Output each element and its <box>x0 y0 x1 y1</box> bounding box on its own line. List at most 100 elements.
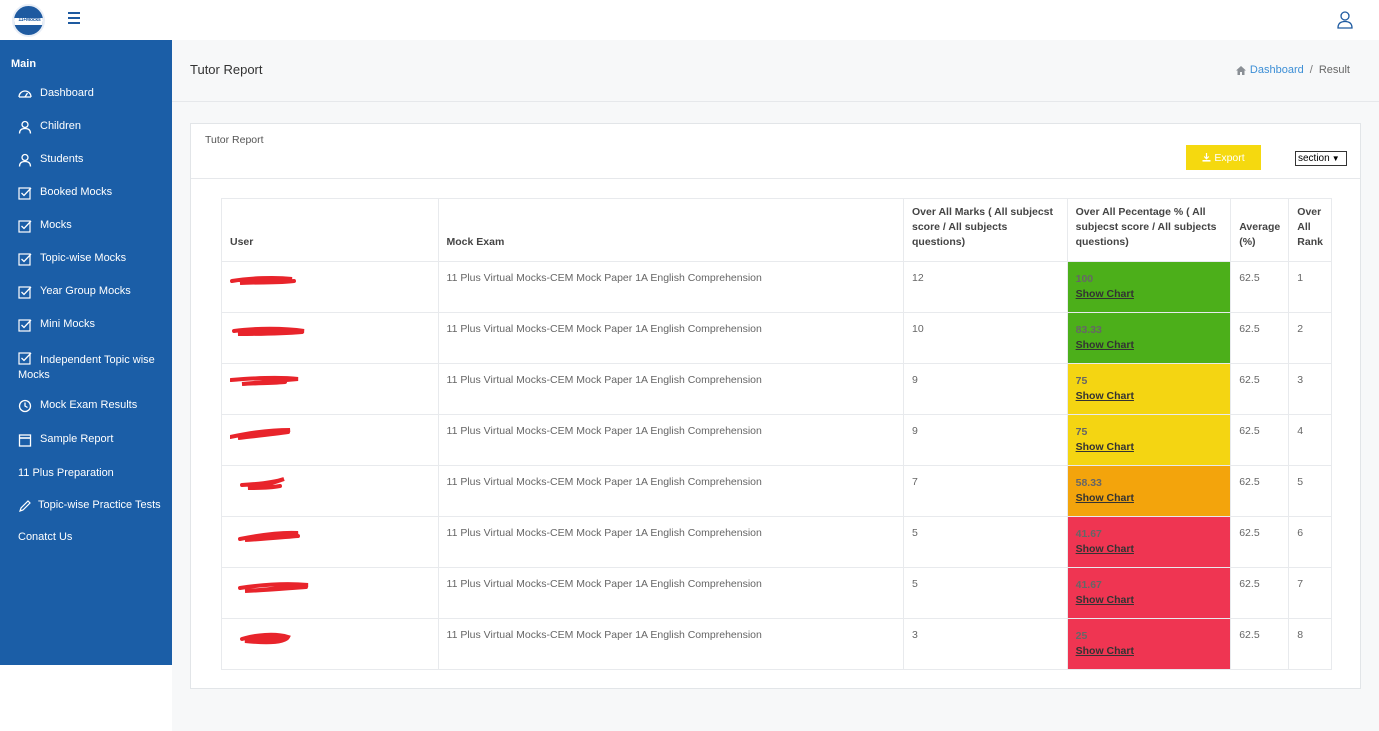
mock-exam-cell: 11 Plus Virtual Mocks-CEM Mock Paper 1A … <box>437 618 905 670</box>
percentage-value: 58.33 <box>1075 477 1102 489</box>
rank-cell: 8 <box>1288 618 1332 670</box>
sidebar-item-year-group-mocks[interactable]: Year Group Mocks <box>18 285 131 299</box>
rank-cell: 4 <box>1288 414 1332 466</box>
breadcrumb-separator: / <box>1309 64 1313 76</box>
sidebar-item-students[interactable]: Students <box>18 153 83 167</box>
redacted-user-mark <box>230 375 299 386</box>
card-title: Tutor Report <box>205 134 264 146</box>
user-account-icon[interactable] <box>1337 11 1353 29</box>
checkbox-icon <box>18 319 32 332</box>
mock-exam-cell: 11 Plus Virtual Mocks-CEM Mock Paper 1A … <box>437 363 905 415</box>
main-content: Tutor Report Dashboard / Result Tutor Re… <box>172 40 1379 731</box>
logo[interactable]: 11+Mocks <box>12 4 45 37</box>
top-bar: 11+Mocks <box>0 0 1379 40</box>
user-icon <box>18 120 32 134</box>
sidebar-item-label: Topic-wise Mocks <box>40 252 127 264</box>
breadcrumb-home-label: Dashboard <box>1249 64 1304 76</box>
overall-marks-cell: 12 <box>903 261 1068 313</box>
average-cell: 62.5 <box>1230 312 1290 364</box>
rank-cell: 6 <box>1288 516 1332 568</box>
column-header-overall-percentage[interactable]: Over All Pecentage % ( All subjecst scor… <box>1066 198 1232 262</box>
chevron-down-icon: ▼ <box>1331 154 1340 163</box>
table-row: 11 Plus Virtual Mocks-CEM Mock Paper 1A … <box>221 414 1332 466</box>
breadcrumb: Dashboard / Result <box>1235 64 1350 76</box>
show-chart-link[interactable]: Show Chart <box>1076 389 1223 404</box>
show-chart-link[interactable]: Show Chart <box>1076 644 1223 659</box>
average-cell: 62.5 <box>1230 567 1290 619</box>
sidebar-item-mock-exam-results[interactable]: Mock Exam Results <box>18 399 137 413</box>
download-icon <box>1202 153 1211 162</box>
overall-percentage-cell: 75 Show Chart <box>1066 363 1232 415</box>
user-cell <box>221 261 439 313</box>
sidebar-item-mocks[interactable]: Mocks <box>18 219 72 233</box>
sidebar-item-dashboard[interactable]: Dashboard <box>18 87 94 101</box>
percentage-value: 83.33 <box>1075 324 1102 336</box>
breadcrumb-home-link[interactable]: Dashboard <box>1235 64 1304 76</box>
sidebar-item-mini-mocks[interactable]: Mini Mocks <box>18 318 95 332</box>
sidebar-item-children[interactable]: Children <box>18 120 81 134</box>
table-row: 11 Plus Virtual Mocks-CEM Mock Paper 1A … <box>221 261 1332 313</box>
overall-percentage-cell: 83.33 Show Chart <box>1066 312 1232 364</box>
overall-percentage-cell: 41.67 Show Chart <box>1066 516 1232 568</box>
overall-percentage-cell: 41.67 Show Chart <box>1066 567 1232 619</box>
percentage-value: 75 <box>1075 375 1088 387</box>
hamburger-menu-icon[interactable] <box>68 12 82 26</box>
user-cell <box>221 567 439 619</box>
sidebar-item-label: Students <box>40 153 84 165</box>
show-chart-link[interactable]: Show Chart <box>1076 593 1223 608</box>
mock-exam-cell: 11 Plus Virtual Mocks-CEM Mock Paper 1A … <box>437 261 905 313</box>
redacted-user-mark <box>238 582 309 593</box>
overall-marks-cell: 7 <box>903 465 1068 517</box>
sidebar-item-label: Sample Report <box>40 433 114 445</box>
sidebar-item-label: Mini Mocks <box>40 318 96 330</box>
sidebar-item-topic-wise-mocks[interactable]: Topic-wise Mocks <box>18 252 126 266</box>
column-header-overall-marks[interactable]: Over All Marks ( All subjecst score / Al… <box>903 198 1068 262</box>
user-cell <box>221 465 439 517</box>
rank-cell: 5 <box>1288 465 1332 517</box>
show-chart-link[interactable]: Show Chart <box>1076 542 1223 557</box>
export-button[interactable]: Export <box>1186 145 1261 170</box>
dashboard-gauge-icon <box>18 90 32 98</box>
tutor-report-card: Tutor Report Export section ▼ User Mock … <box>190 123 1361 689</box>
column-header-average[interactable]: Average (%) <box>1230 198 1290 262</box>
show-chart-link[interactable]: Show Chart <box>1076 440 1223 455</box>
show-chart-link[interactable]: Show Chart <box>1076 338 1223 353</box>
sidebar-heading: Main <box>11 58 37 70</box>
redacted-user-mark <box>230 275 296 285</box>
checkbox-icon <box>18 352 32 365</box>
show-chart-link[interactable]: Show Chart <box>1076 287 1223 302</box>
column-header-user[interactable]: User <box>221 198 439 262</box>
table-header-row: User Mock Exam Over All Marks ( All subj… <box>221 198 1332 262</box>
page-header: Tutor Report Dashboard / Result <box>172 40 1379 102</box>
home-icon <box>1235 65 1246 75</box>
show-chart-link[interactable]: Show Chart <box>1076 491 1223 506</box>
sidebar-item-label: 11 Plus Preparation <box>18 467 114 479</box>
average-cell: 62.5 <box>1230 261 1290 313</box>
table-row: 11 Plus Virtual Mocks-CEM Mock Paper 1A … <box>221 312 1332 364</box>
user-cell <box>221 363 439 415</box>
sidebar-item-11-plus-preparation[interactable]: 11 Plus Preparation <box>18 467 114 479</box>
sidebar-item-independent-topic-wise-mocks[interactable]: Independent Topic wise Mocks <box>18 351 163 383</box>
column-header-overall-rank[interactable]: Over All Rank <box>1288 198 1332 262</box>
overall-marks-cell: 5 <box>903 567 1068 619</box>
sidebar-item-sample-report[interactable]: Sample Report <box>18 433 113 447</box>
sidebar-item-contact-us[interactable]: Conatct Us <box>18 531 72 543</box>
redacted-user-mark <box>232 326 305 336</box>
rank-cell: 7 <box>1288 567 1332 619</box>
sidebar-item-label: Conatct Us <box>18 531 73 543</box>
rank-cell: 3 <box>1288 363 1332 415</box>
logo-text: 11+Mocks <box>18 17 41 23</box>
percentage-value: 25 <box>1075 630 1088 642</box>
average-cell: 62.5 <box>1230 516 1290 568</box>
user-cell <box>221 312 439 364</box>
sidebar-item-booked-mocks[interactable]: Booked Mocks <box>18 186 112 200</box>
section-select[interactable]: section ▼ <box>1295 151 1347 166</box>
sidebar-item-label: Booked Mocks <box>40 186 113 198</box>
column-header-mock-exam[interactable]: Mock Exam <box>437 198 905 262</box>
sidebar-item-label: Topic-wise Practice Tests <box>38 499 161 511</box>
table-row: 11 Plus Virtual Mocks-CEM Mock Paper 1A … <box>221 618 1332 670</box>
average-cell: 62.5 <box>1230 414 1290 466</box>
section-select-value: section <box>1298 153 1330 164</box>
sidebar-item-topic-wise-practice-tests[interactable]: Topic-wise Practice Tests <box>18 499 161 513</box>
overall-marks-cell: 5 <box>903 516 1068 568</box>
